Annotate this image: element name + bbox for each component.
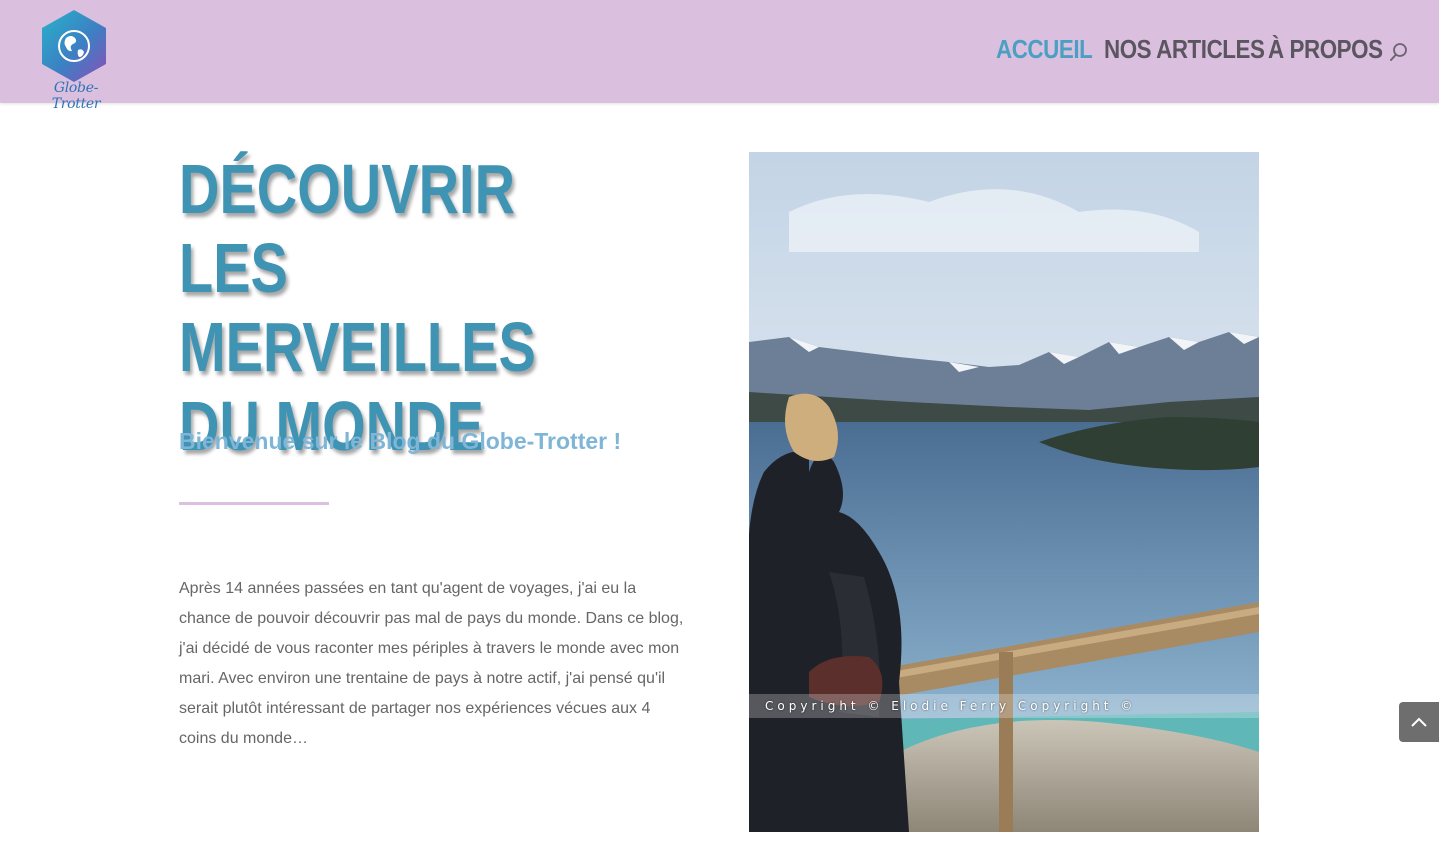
nav-item-nos-articles[interactable]: NOS ARTICLES [1104, 34, 1265, 65]
nav-item-accueil[interactable]: ACCUEIL [996, 34, 1093, 65]
site-logo[interactable]: Globe-Trotter [36, 8, 118, 112]
divider [179, 502, 329, 505]
hero-photo: Copyright © Elodie Ferry Copyright © [749, 152, 1259, 832]
back-to-top-button[interactable] [1399, 702, 1439, 742]
search-icon[interactable] [1389, 42, 1409, 62]
site-header: Globe-Trotter ACCUEIL NOS ARTICLES À PRO… [0, 0, 1439, 112]
intro-paragraph: Après 14 années passées en tant qu'agent… [179, 580, 684, 747]
page-subtitle: Bienvenue sur le Blog du Globe-Trotter ! [179, 428, 622, 454]
globe-logo-icon [42, 10, 106, 82]
nav-item-a-propos[interactable]: À PROPOS [1268, 34, 1383, 65]
main-nav: ACCUEIL NOS ARTICLES À PROPOS [996, 34, 1388, 65]
page-title: DÉCOUVRIR LES MERVEILLES DU MONDE [179, 150, 536, 465]
photo-watermark: Copyright © Elodie Ferry Copyright © [749, 694, 1259, 718]
chevron-up-icon [1411, 717, 1427, 727]
logo-text: Globe-Trotter [51, 80, 101, 112]
